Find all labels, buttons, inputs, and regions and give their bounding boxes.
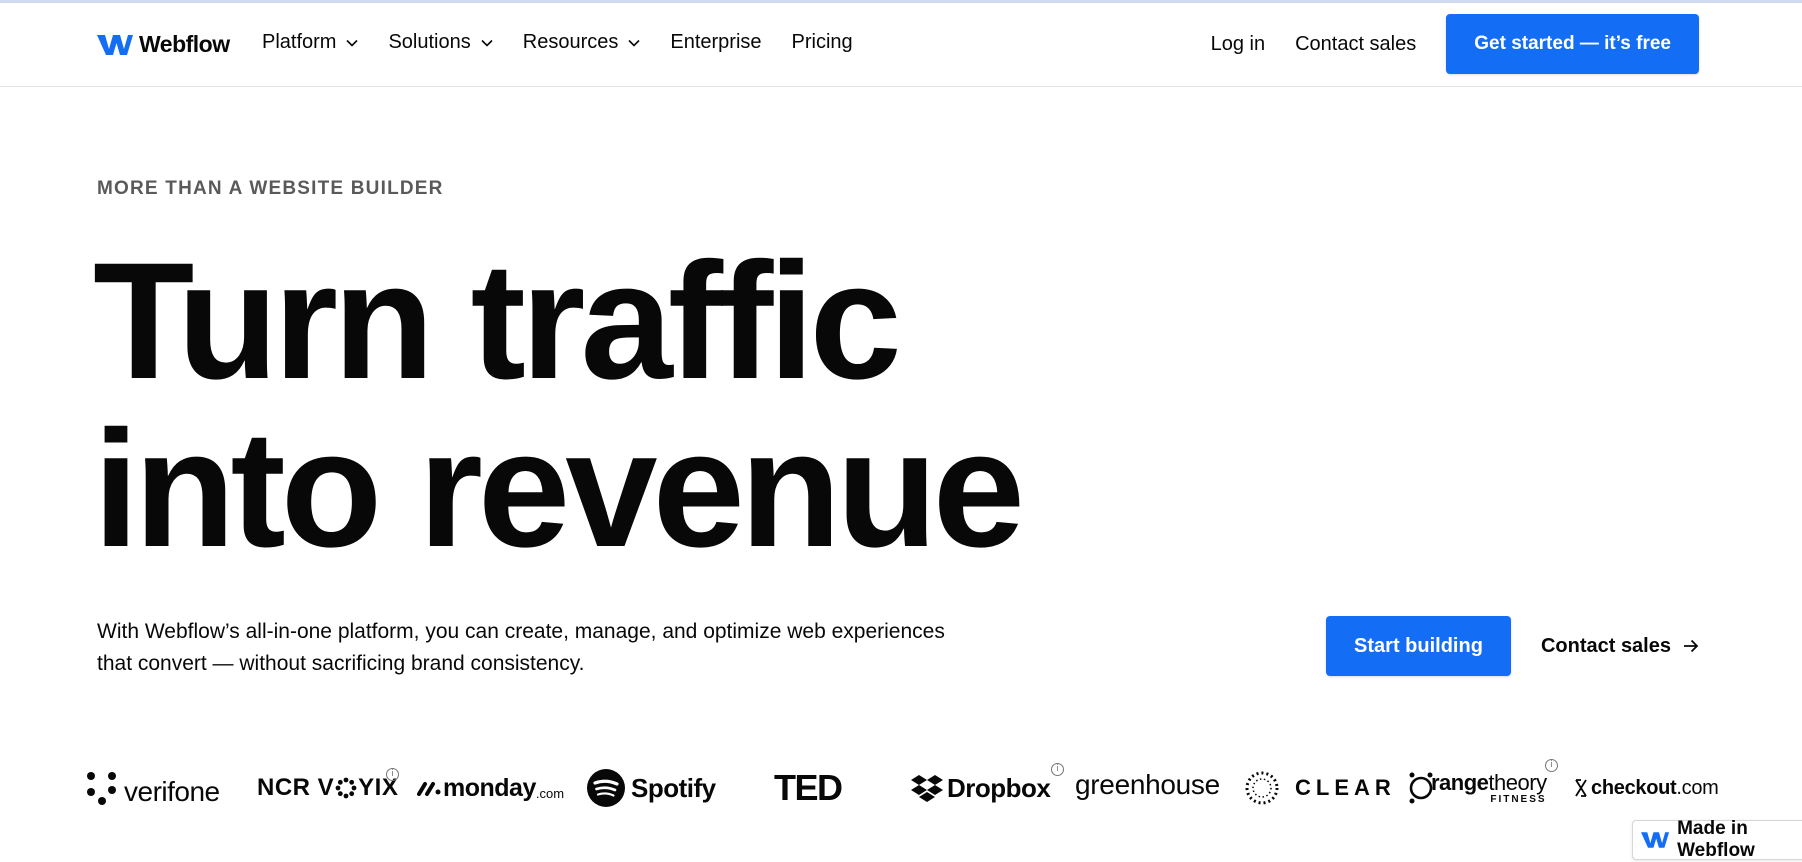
logo-spotify: Spotify	[587, 763, 716, 813]
webflow-logo[interactable]: Webflow	[97, 31, 230, 58]
monday-mark-icon	[417, 782, 441, 796]
logo-ted: TED	[774, 763, 843, 813]
nav-item-pricing[interactable]: Pricing	[792, 31, 853, 54]
hero-cta-row: Start building Contact sales	[1326, 616, 1699, 676]
checkout-mark-icon	[1575, 779, 1587, 797]
hero-subtext: With Webflow’s all-in-one platform, you …	[97, 620, 945, 675]
login-link[interactable]: Log in	[1211, 33, 1266, 56]
contact-sales-link[interactable]: Contact sales	[1295, 33, 1416, 56]
arrow-right-icon	[1684, 639, 1699, 653]
spotify-wordmark: Spotify	[631, 772, 716, 803]
ncr-wordmark-a: NCR V	[257, 774, 335, 801]
badge-label: Made in Webflow	[1677, 818, 1755, 861]
hero-eyebrow: MORE THAN A WEBSITE BUILDER	[97, 178, 444, 199]
verifone-dots-icon	[87, 772, 116, 805]
orangetheory-wordmark: rangetheory	[1431, 769, 1547, 795]
ted-wordmark: TED	[774, 767, 843, 808]
logo-dropbox: Dropbox	[911, 763, 1051, 813]
nav-item-label: Enterprise	[670, 31, 762, 53]
logo-verifone: verifone	[86, 763, 220, 813]
orangetheory-light: theory	[1488, 769, 1547, 795]
chevron-down-icon	[481, 39, 493, 47]
made-in-webflow-badge[interactable]: Made in Webflow	[1632, 818, 1802, 861]
logo-orangetheory: rangetheory FITNESS	[1407, 763, 1547, 813]
nav-item-resources[interactable]: Resources	[523, 31, 641, 54]
headline-line-1: Turn traffic	[93, 229, 902, 414]
nav-item-label: Pricing	[791, 31, 853, 53]
logo-clear: CLEAR	[1243, 763, 1396, 813]
dropbox-wordmark: Dropbox	[947, 772, 1051, 803]
chevron-down-icon	[346, 39, 359, 47]
webflow-badge-icon	[1641, 832, 1670, 848]
webflow-logo-icon	[97, 34, 133, 55]
monday-suffix: .com	[535, 785, 565, 801]
hero-headline: Turn traffic into revenue	[93, 238, 1093, 574]
logo-checkout: checkout .com	[1573, 763, 1719, 813]
logo-monday: monday .com	[417, 763, 564, 813]
info-icon[interactable]: i	[386, 768, 399, 781]
greenhouse-wordmark: greenhouse	[1075, 769, 1220, 800]
nav-item-label: Resources	[522, 31, 619, 53]
nav-item-label: Solutions	[388, 31, 471, 53]
orangetheory-bold: range	[1431, 769, 1489, 795]
ncr-asterisk-icon	[335, 777, 357, 799]
clear-dotted-circle-icon	[1245, 771, 1279, 805]
checkout-wordmark: checkout	[1591, 776, 1677, 799]
get-started-button[interactable]: Get started — it’s free	[1446, 14, 1699, 74]
info-icon[interactable]: i	[1545, 759, 1558, 772]
contact-sales-cta[interactable]: Contact sales	[1541, 635, 1699, 658]
clear-wordmark: CLEAR	[1295, 775, 1396, 800]
start-building-button[interactable]: Start building	[1326, 616, 1511, 676]
nav-item-enterprise[interactable]: Enterprise	[670, 31, 761, 54]
nav-item-label: Platform	[262, 31, 337, 53]
logo-ncr-voyix: NCR V YIX	[257, 763, 398, 813]
checkout-suffix: .com	[1676, 776, 1719, 799]
orangetheory-sub: FITNESS	[1490, 793, 1547, 805]
info-icon[interactable]: i	[1051, 763, 1064, 776]
monday-wordmark: monday	[443, 773, 536, 802]
verifone-wordmark: verifone	[124, 776, 220, 807]
nav-item-solutions[interactable]: Solutions	[388, 31, 493, 54]
primary-nav: Platform Solutions Resources Enterprise …	[262, 31, 853, 54]
logo-wordmark: Webflow	[139, 31, 230, 57]
top-navigation: Webflow Platform Solutions Resources Ent…	[0, 3, 1802, 87]
dropbox-icon	[911, 775, 943, 802]
orangetheory-text: rangetheory FITNESS	[1431, 769, 1547, 805]
headline-line-2: into revenue	[93, 397, 1025, 582]
customer-logos: verifone NCR V YIX i monday .com Spotify	[86, 759, 1726, 813]
chevron-down-icon	[628, 39, 640, 47]
nav-actions: Log in Contact sales Get started — it’s …	[1211, 14, 1699, 74]
contact-sales-label: Contact sales	[1540, 634, 1671, 657]
spotify-icon	[587, 769, 625, 807]
nav-item-platform[interactable]: Platform	[262, 31, 359, 54]
logo-greenhouse: greenhouse	[1075, 763, 1220, 813]
